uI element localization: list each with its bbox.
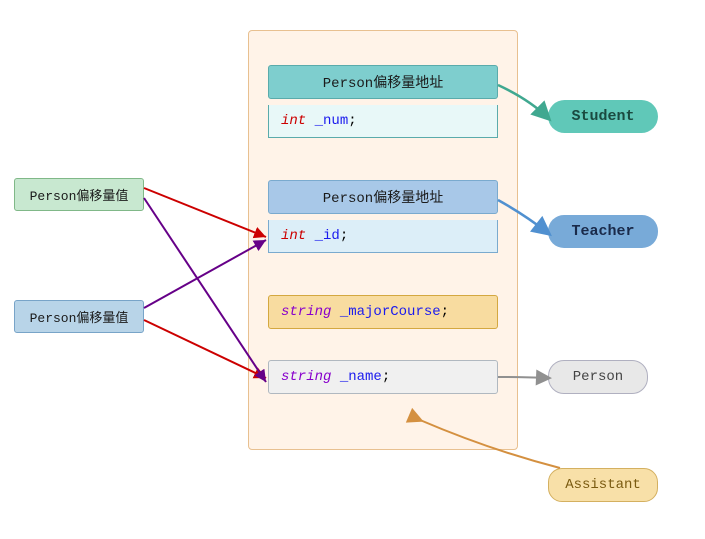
person-box: Person [548,360,648,394]
student-int-keyword: int [281,113,306,129]
student-header-block: Person偏移量地址 [268,65,498,99]
teacher-field-block: int _id; [268,220,498,253]
name-var: _name [340,369,382,385]
major-field-block: string _majorCourse; [268,295,498,329]
teacher-label: Teacher [571,223,634,240]
left-box-person-value-2: Person偏移量值 [14,300,144,333]
assistant-box: Assistant [548,468,658,502]
name-field-block: string _name; [268,360,498,394]
diagram-container: Person偏移量地址 int _num; Person偏移量地址 int _i… [0,0,705,539]
teacher-header-block: Person偏移量地址 [268,180,498,214]
student-header-label: Person偏移量地址 [323,76,443,92]
left-box-1-label: Person偏移量值 [30,189,129,204]
student-label: Student [571,108,634,125]
student-box: Student [548,100,658,133]
teacher-header-label: Person偏移量地址 [323,191,443,207]
assistant-label: Assistant [565,477,641,493]
person-label: Person [573,369,623,385]
teacher-int-keyword: int [281,228,306,244]
name-string-keyword: string [281,369,331,385]
major-string-keyword: string [281,304,331,320]
student-num-var: _num [315,113,349,129]
major-course-var: _majorCourse [340,304,441,320]
left-box-2-label: Person偏移量值 [30,311,129,326]
left-box-person-value-1: Person偏移量值 [14,178,144,211]
teacher-box: Teacher [548,215,658,248]
teacher-id-var: _id [315,228,340,244]
student-field-block: int _num; [268,105,498,138]
